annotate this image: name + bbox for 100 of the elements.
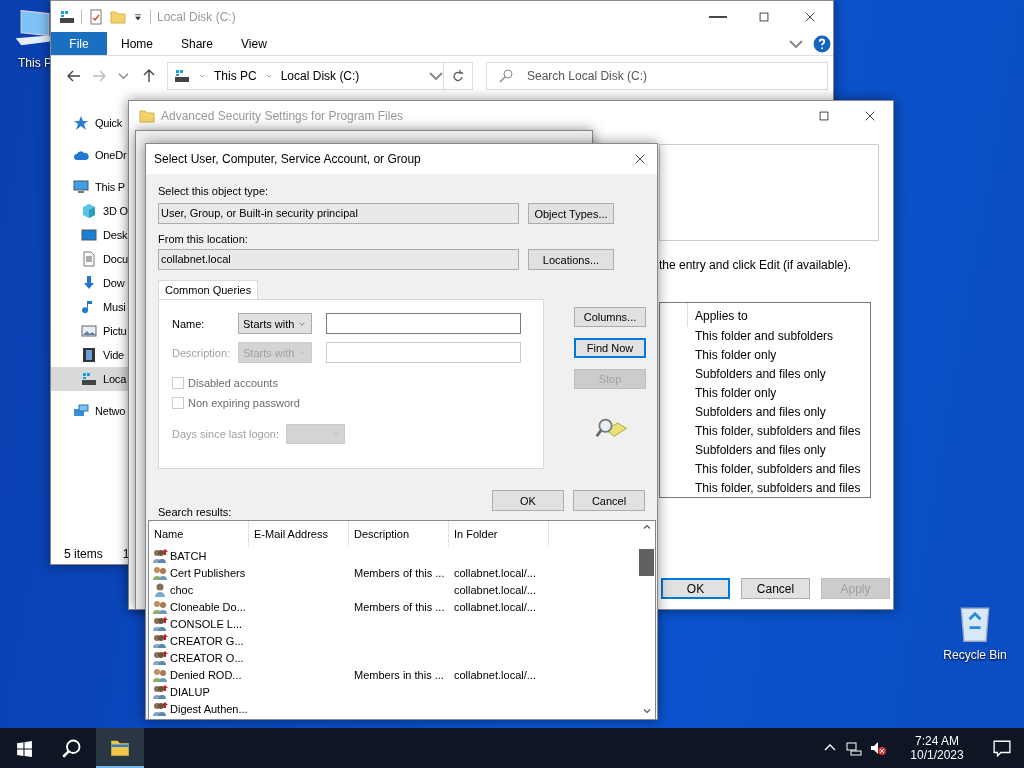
user-group-icon [152, 598, 168, 615]
maximize-icon [757, 9, 771, 24]
result-row[interactable]: Cloneable Do... [149, 598, 249, 615]
user-group-icon [152, 564, 168, 581]
search-field[interactable]: Search Local Disk (C:) [486, 62, 828, 90]
taskbar-button[interactable] [96, 728, 144, 768]
field-label: From this location: [158, 232, 249, 246]
window-title: Local Disk (C:) [157, 9, 236, 24]
result-row[interactable]: Denied ROD... [149, 666, 249, 683]
field-label: Search results: [158, 506, 232, 518]
nav-item[interactable]: Quick [51, 111, 129, 135]
column-header[interactable]: Applies to [688, 303, 870, 327]
network-icon [73, 403, 89, 419]
drive-icon [59, 8, 75, 25]
field-label: Days since last logon: [172, 428, 280, 440]
desktop-icon [81, 227, 97, 243]
user-icon [152, 581, 168, 598]
monitor-icon [73, 179, 89, 195]
breadcrumb-item[interactable]: This PC [214, 69, 257, 83]
result-row[interactable]: DIALUP [149, 683, 249, 700]
column-header[interactable]: Description [349, 521, 449, 547]
nav-item[interactable]: Docu [51, 247, 129, 271]
checkbox[interactable] [172, 377, 184, 389]
locations-button[interactable]: Locations... [528, 249, 614, 270]
file-menu-tab[interactable]: File [51, 32, 107, 55]
picture-icon [81, 323, 97, 339]
result-row[interactable]: BATCH [149, 547, 249, 564]
table-cell-text: Subfolders and files only [694, 442, 827, 459]
nav-item[interactable]: 3D O [51, 199, 129, 223]
nav-item[interactable]: Musi [51, 295, 129, 319]
address-bar[interactable]: This PC Local Disk (C:) [167, 62, 473, 90]
user-group-icon [152, 700, 168, 717]
scrollbar-thumb[interactable] [639, 549, 654, 576]
chevron-down-icon [198, 72, 206, 80]
table-cell-text: This folder only [694, 347, 778, 364]
nav-item[interactable]: Pictu [51, 319, 129, 343]
object-type-field[interactable]: User, Group, or Built-in security principal [158, 203, 519, 224]
match-dropdown[interactable]: Starts with [238, 313, 312, 334]
table-cell-text: Subfolders and files only [694, 366, 827, 383]
nav-item[interactable]: Loca [51, 367, 129, 391]
column-header[interactable]: E-Mail Address [249, 521, 349, 547]
ribbon-tab[interactable]: View [227, 32, 281, 55]
table-cell-text: collabnet.local/... [453, 667, 537, 683]
window-title: Select User, Computer, Service Account, or Group [153, 152, 421, 166]
star-icon [73, 115, 89, 131]
text-field[interactable] [326, 313, 521, 334]
nav-item[interactable]: This P [51, 175, 129, 199]
table-cell-text: This folder only [694, 385, 778, 402]
dialog-button[interactable]: OK [661, 578, 730, 599]
result-row[interactable]: CREATOR O... [149, 649, 249, 666]
chevron-down-icon [429, 72, 443, 80]
download-icon [81, 275, 97, 291]
nav-item[interactable]: Netwo [51, 399, 129, 423]
checkbox[interactable] [172, 397, 184, 409]
clock-date[interactable]: 10/1/2023 [910, 748, 964, 762]
clock-time[interactable]: 7:24 AM [915, 734, 959, 748]
ribbon-tab[interactable]: Home [107, 32, 167, 55]
object-types-button[interactable]: Object Types... [528, 203, 614, 224]
dialog-button[interactable]: Find Now [574, 338, 646, 358]
user-group-icon [152, 632, 168, 649]
breadcrumb-item[interactable]: Local Disk (C:) [280, 69, 360, 83]
nav-item[interactable]: Dow [51, 271, 129, 295]
dialog-button[interactable]: Cancel [573, 490, 645, 511]
column-header[interactable]: In Folder [449, 521, 549, 547]
table-cell-text: This folder, subfolders and files [694, 480, 862, 497]
result-row[interactable]: choc [149, 581, 249, 598]
field-label: Name: [172, 317, 206, 330]
maximize-icon [817, 109, 831, 123]
result-row[interactable]: CREATOR G... [149, 632, 249, 649]
location-field[interactable]: collabnet.local [158, 249, 519, 270]
cube-icon [81, 203, 97, 219]
dialog-button[interactable]: OK [492, 490, 564, 511]
network-icon [846, 740, 862, 756]
nav-item[interactable]: Desk [51, 223, 129, 247]
table-cell-text: collabnet.local/... [453, 565, 537, 581]
table-cell-text: collabnet.local/... [453, 599, 537, 615]
dialog-button[interactable]: Cancel [741, 578, 810, 599]
column-header[interactable]: Name [149, 521, 249, 547]
chevron-down-icon [789, 39, 803, 48]
table-cell-text: Members in this ... [353, 667, 445, 683]
query-tab[interactable]: Common Queries [158, 280, 259, 299]
result-row[interactable]: CONSOLE L... [149, 615, 249, 632]
instruction-text: the entry and click Edit (if available). [659, 258, 853, 272]
close-icon [863, 109, 877, 123]
nav-item[interactable]: OneDr [51, 143, 129, 167]
field-label: Select this object type: [158, 184, 270, 198]
ribbon-tab[interactable]: Share [167, 32, 228, 55]
icon-label[interactable]: Recycle Bin [943, 648, 1007, 662]
status-text: 5 items [64, 547, 103, 561]
folder-icon [139, 108, 155, 124]
chevron-down-icon [264, 72, 273, 80]
dialog-button[interactable]: Columns... [574, 307, 646, 327]
speaker-muted-icon [870, 740, 886, 756]
user-group-icon [152, 683, 168, 700]
user-group-icon [152, 547, 168, 564]
notification-icon [993, 739, 1011, 757]
result-row[interactable]: Cert Publishers [149, 564, 249, 581]
result-row[interactable]: Digest Authen... [149, 700, 249, 717]
refresh-icon [450, 68, 466, 84]
nav-item[interactable]: Vide [51, 343, 129, 367]
